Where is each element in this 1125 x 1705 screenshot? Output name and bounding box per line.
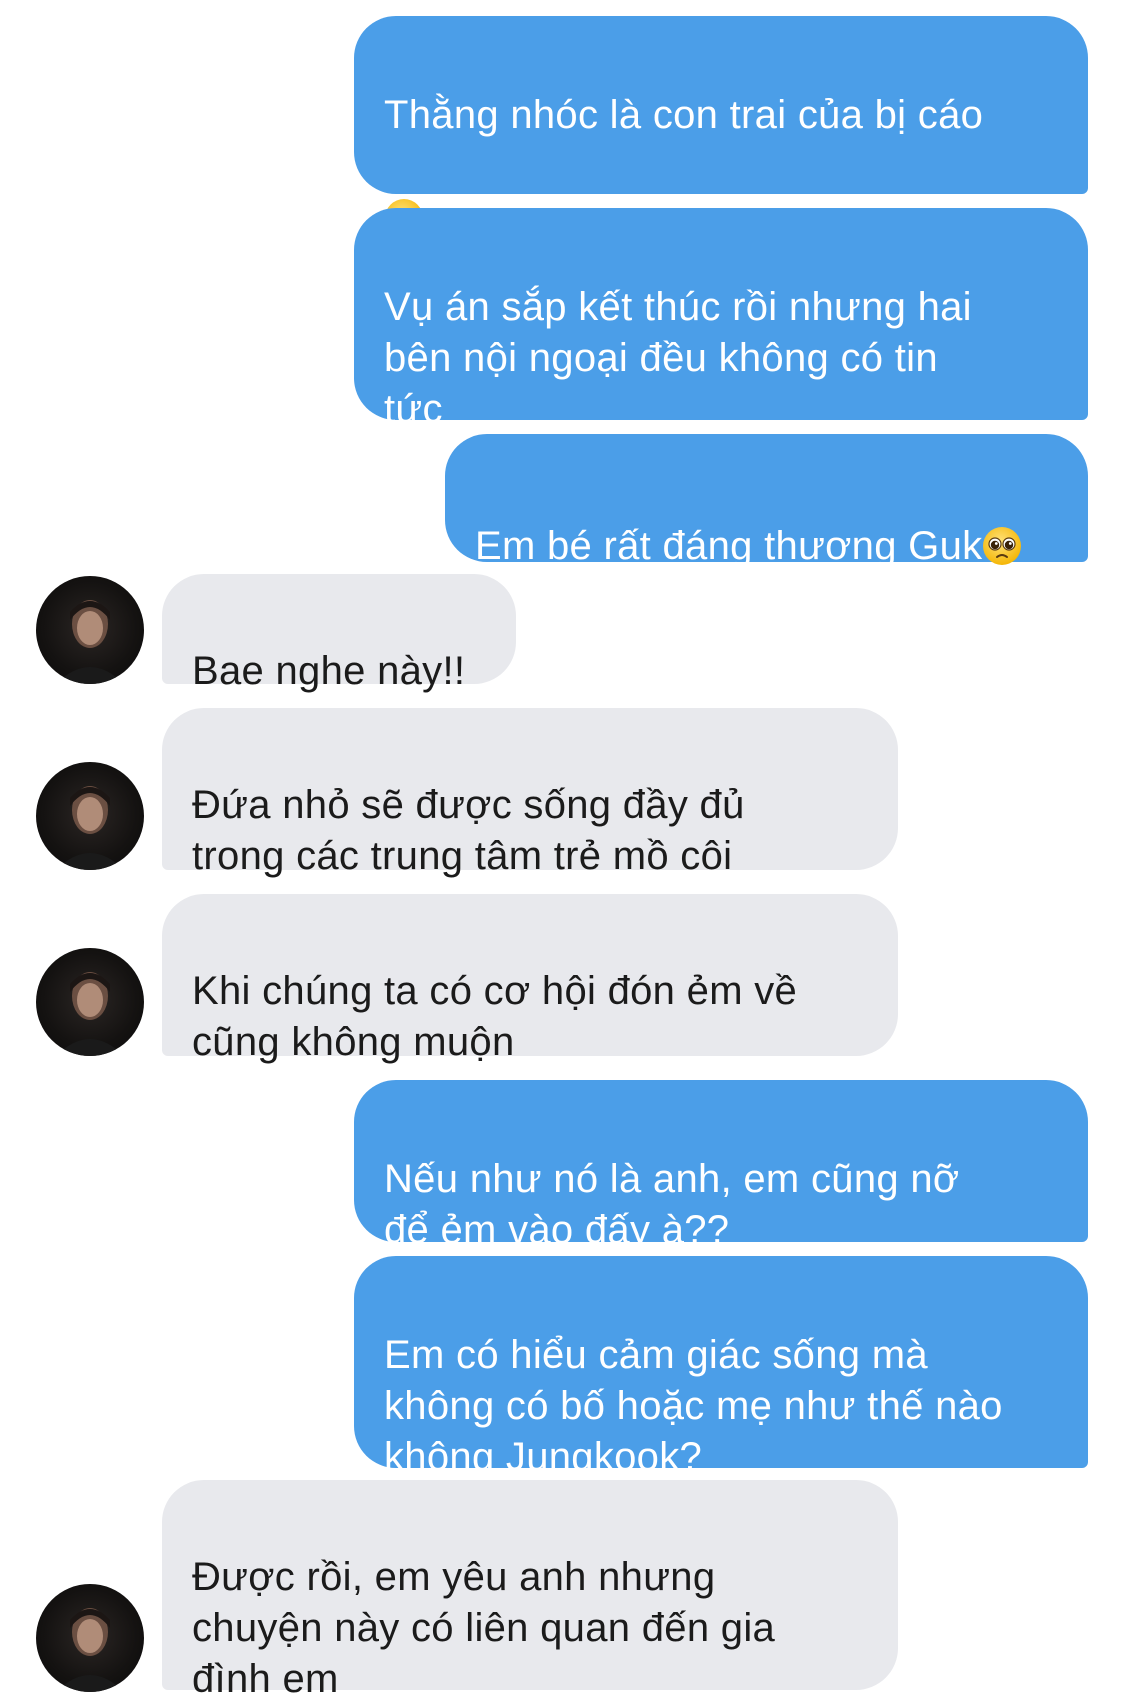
pleading-face-icon	[983, 527, 1022, 565]
message-sent[interactable]: Em có hiểu cảm giác sống mà không có bố …	[354, 1256, 1088, 1479]
avatar[interactable]	[36, 1584, 144, 1692]
message-text: Em bé rất đáng thương Guk	[475, 524, 983, 568]
message-text: Được rồi, em yêu anh nhưng chuyện này có…	[192, 1555, 776, 1701]
message-received[interactable]: Bae nghe này!!	[162, 574, 516, 693]
avatar[interactable]	[36, 576, 144, 684]
message-received[interactable]: Đứa nhỏ sẽ được sống đầy đủ trong các tr…	[162, 708, 898, 878]
message-text: Khi chúng ta có cơ hội đón ẻm về cũng kh…	[192, 969, 798, 1064]
message-text: Đứa nhỏ sẽ được sống đầy đủ trong các tr…	[192, 783, 745, 878]
avatar[interactable]	[36, 948, 144, 1056]
message-text: Bae nghe này!!	[192, 649, 466, 693]
message-sent[interactable]: Em bé rất đáng thương Guk	[445, 434, 1088, 568]
message-received[interactable]: Khi chúng ta có cơ hội đón ẻm về cũng kh…	[162, 894, 898, 1064]
message-received[interactable]: Được rồi, em yêu anh nhưng chuyện này có…	[162, 1480, 898, 1701]
message-text: Thằng nhóc là con trai của bị cáo	[384, 93, 984, 137]
message-sent[interactable]: Vụ án sắp kết thúc rồi nhưng hai bên nội…	[354, 208, 1088, 431]
message-text: Em có hiểu cảm giác sống mà không có bố …	[384, 1333, 1003, 1479]
avatar[interactable]	[36, 762, 144, 870]
message-sent[interactable]: Thằng nhóc là con trai của bị cáo	[354, 16, 1088, 237]
message-sent[interactable]: Nếu như nó là anh, em cũng nỡ để ẻm vào …	[354, 1080, 1088, 1252]
message-text: Vụ án sắp kết thúc rồi nhưng hai bên nội…	[384, 285, 972, 431]
message-text: Nếu như nó là anh, em cũng nỡ để ẻm vào …	[384, 1157, 960, 1252]
